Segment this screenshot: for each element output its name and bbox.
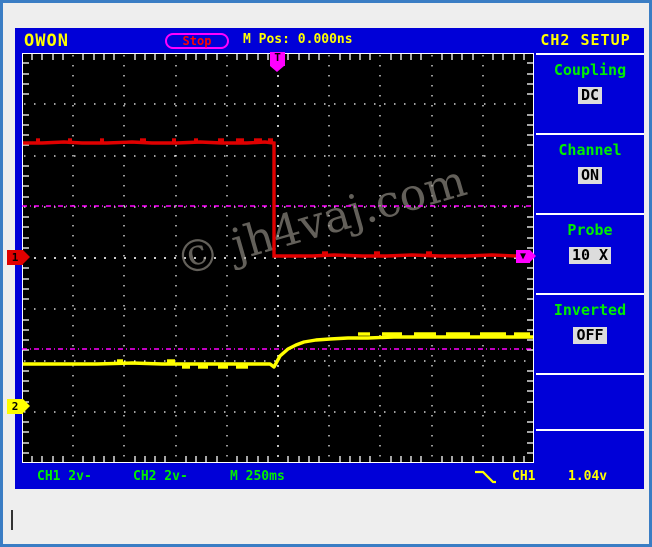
ch1-trace-noise [36,138,432,255]
status-timebase: M 250ms [230,469,285,484]
waveform-traces [22,138,534,369]
status-ch1-scale: CH1 2v- [37,469,92,484]
status-bar: CH1 2v- CH2 2v- M 250ms CH1 1.04v [15,465,644,489]
app-window: OWON Stop M Pos: 0.000ns CH2 SETUP © jh4… [0,0,652,547]
menu-item-coupling-label: Coupling [553,61,627,79]
menu-item-coupling[interactable]: Coupling DC [536,53,644,133]
scope-header-bar: OWON Stop M Pos: 0.000ns CH2 SETUP [15,28,644,53]
brand-logo: OWON [24,31,69,51]
menu-item-inverted-label: Inverted [553,301,627,319]
menu-item-inverted[interactable]: Inverted OFF [536,293,644,373]
waveform-display[interactable]: © jh4vaj.com T ▼ [22,52,536,463]
menu-item-channel-value[interactable]: ON [577,167,603,184]
menu-item-inverted-value[interactable]: OFF [573,327,607,344]
menu-item-empty-1[interactable] [536,373,644,429]
text-input-caret[interactable] [11,510,13,530]
trigger-position-marker[interactable]: T [270,52,285,72]
menu-title: CH2 SETUP [540,31,631,49]
run-stop-status-badge[interactable]: Stop [165,33,229,49]
trigger-level-marker[interactable]: ▼ [516,250,536,263]
ch1-trace [23,140,533,258]
menu-item-probe-value[interactable]: 10 X [568,247,612,264]
channel-1-ground-marker[interactable]: 1 [7,250,30,265]
ch2-trace [23,335,533,369]
channel-2-ground-marker[interactable]: 2 [7,399,30,414]
channel-setup-menu: Coupling DC Channel ON Probe 10 X Invert… [536,53,644,488]
menu-item-channel-label: Channel [558,141,622,159]
status-ch2-scale: CH2 2v- [133,469,188,484]
status-trigger-source: CH1 [512,469,536,484]
status-trigger-level: 1.04v [568,469,608,484]
horizontal-position-readout: M Pos: 0.000ns [243,32,353,47]
oscilloscope-screen: OWON Stop M Pos: 0.000ns CH2 SETUP © jh4… [7,28,644,489]
menu-item-probe[interactable]: Probe 10 X [536,213,644,293]
menu-item-probe-label: Probe [567,221,613,239]
graticule-area: © jh4vaj.com [22,53,534,463]
menu-item-channel[interactable]: Channel ON [536,133,644,213]
trigger-falling-edge-icon [475,470,496,484]
menu-item-coupling-value[interactable]: DC [577,87,603,104]
